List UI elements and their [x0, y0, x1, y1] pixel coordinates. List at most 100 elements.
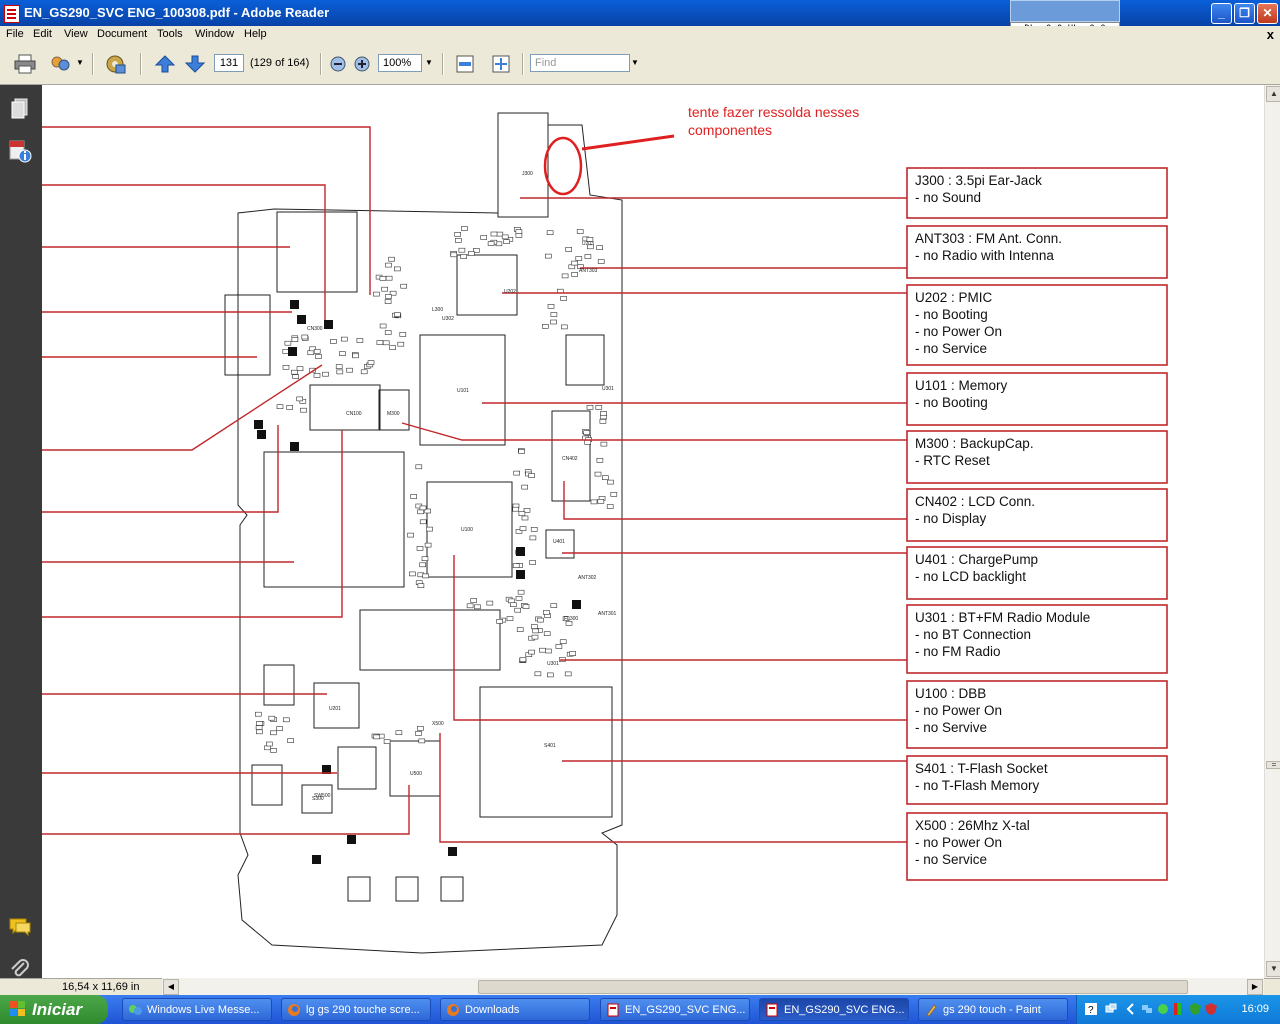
callout-symptom: - no LCD backlight: [915, 569, 1026, 584]
scroll-left-arrow-icon[interactable]: ◀: [163, 979, 179, 995]
smd-component: [545, 648, 552, 654]
menu-file[interactable]: File: [6, 28, 24, 40]
dark-component: [347, 835, 356, 844]
menu-document[interactable]: Document: [97, 28, 147, 40]
print-icon[interactable]: [14, 54, 36, 74]
smd-component: [490, 231, 498, 237]
smd-component: [419, 519, 427, 525]
board-ref-label: CN300: [307, 326, 323, 332]
task-messenger[interactable]: Windows Live Messe...: [122, 998, 272, 1021]
smd-component: [576, 229, 584, 234]
smd-component: [599, 418, 607, 424]
start-label: Iniciar: [32, 1000, 83, 1019]
document-properties-icon[interactable]: [8, 139, 32, 163]
task-paint[interactable]: gs 290 touch - Paint: [918, 998, 1068, 1021]
tray-arrow-icon[interactable]: [1125, 1003, 1137, 1015]
collaborate-dropdown-icon[interactable]: ▼: [74, 54, 86, 72]
smd-component: [528, 473, 535, 478]
zoom-out-icon[interactable]: [327, 54, 349, 74]
meter-icon[interactable]: [1173, 1003, 1185, 1015]
vertical-scrollbar[interactable]: ▲ = ▼: [1264, 85, 1280, 978]
smd-component: [517, 589, 525, 595]
scroll-thumb[interactable]: =: [1266, 761, 1280, 769]
security-shield-icon[interactable]: [1189, 1003, 1201, 1015]
dark-component: [290, 442, 299, 451]
smd-component: [373, 291, 380, 297]
smd-component: [286, 405, 293, 410]
callout-title: U101 : Memory: [915, 378, 1008, 393]
network-connection-icon[interactable]: [1141, 1003, 1153, 1015]
smd-component: [282, 349, 290, 354]
horizontal-scrollbar[interactable]: ◀ ▶: [162, 978, 1264, 995]
previous-page-icon[interactable]: [154, 54, 176, 74]
smd-component: [283, 717, 290, 723]
smd-component: [264, 745, 271, 751]
document-close-button[interactable]: x: [1267, 27, 1274, 42]
pdf-icon: [766, 1003, 778, 1017]
smd-component: [543, 610, 550, 615]
zoom-dropdown-icon[interactable]: ▼: [423, 54, 435, 72]
zoom-input[interactable]: 100%: [378, 54, 422, 72]
dark-component: [572, 600, 581, 609]
start-button[interactable]: Iniciar: [0, 995, 108, 1024]
smd-component: [569, 651, 577, 656]
comments-icon[interactable]: [8, 915, 32, 939]
horizontal-scroll-thumb[interactable]: [478, 980, 1188, 994]
smd-component: [376, 340, 384, 345]
help-icon[interactable]: ?: [1085, 1003, 1097, 1015]
callout-symptom: - no Radio with Intenna: [915, 248, 1054, 263]
task-pdf-1[interactable]: EN_GS290_SVC ENG...: [600, 998, 750, 1021]
smd-component: [255, 725, 263, 730]
menu-window[interactable]: Window: [195, 28, 234, 40]
antivirus-icon[interactable]: [1205, 1003, 1217, 1015]
menu-help[interactable]: Help: [244, 28, 267, 40]
find-dropdown-icon[interactable]: ▼: [629, 54, 641, 72]
smd-component: [521, 484, 529, 490]
callout-title: U202 : PMIC: [915, 290, 993, 305]
document-page[interactable]: J300 : 3.5pi Ear-Jack - no Sound ANT303 : …: [42, 85, 1264, 978]
messenger-tray-icon[interactable]: [1157, 1003, 1169, 1015]
smd-component: [270, 730, 277, 736]
minimize-button[interactable]: _: [1211, 3, 1232, 24]
smd-component: [470, 598, 478, 603]
callout-symptom: - no T-Flash Memory: [915, 778, 1040, 793]
scroll-up-arrow-icon[interactable]: ▲: [1266, 86, 1280, 102]
pdf-app-icon[interactable]: [4, 5, 20, 23]
connector-line: [401, 422, 907, 441]
scroll-down-arrow-icon[interactable]: ▼: [1266, 961, 1280, 977]
smd-component: [559, 639, 567, 645]
smd-component: [335, 364, 343, 369]
callout-box: U301 : BT+FM Radio Module - no BT Connect…: [906, 604, 1168, 674]
smd-component: [352, 353, 359, 359]
zoom-in-icon[interactable]: [351, 54, 373, 74]
connector-line: [42, 126, 371, 295]
menu-tools[interactable]: Tools: [157, 28, 183, 40]
secure-gear-icon[interactable]: [104, 54, 126, 74]
task-pdf-2-active[interactable]: EN_GS290_SVC ENG...: [759, 998, 909, 1021]
scroll-right-arrow-icon[interactable]: ▶: [1247, 979, 1263, 995]
next-page-icon[interactable]: [184, 54, 206, 74]
menu-edit[interactable]: Edit: [33, 28, 52, 40]
smd-component: [507, 598, 515, 604]
smd-component: [300, 407, 307, 413]
close-button[interactable]: ✕: [1257, 3, 1278, 24]
task-firefox-search[interactable]: lg gs 290 touche scre...: [281, 998, 431, 1021]
maximize-button[interactable]: ❐: [1234, 3, 1255, 24]
fit-width-icon[interactable]: [454, 54, 476, 74]
find-input[interactable]: Find: [530, 54, 630, 72]
smd-component: [397, 341, 405, 347]
page-number-input[interactable]: 131: [214, 54, 244, 72]
smd-component: [467, 251, 475, 256]
board-ref-label: ANT302: [578, 575, 597, 581]
network-icon[interactable]: [1105, 1003, 1117, 1015]
board-ref-label: M300: [387, 411, 400, 417]
smd-component: [600, 441, 608, 447]
smd-component: [270, 747, 277, 753]
task-downloads[interactable]: Downloads: [440, 998, 590, 1021]
menu-view[interactable]: View: [64, 28, 88, 40]
fit-page-icon[interactable]: [490, 54, 512, 74]
email-collaborate-icon[interactable]: [50, 54, 72, 74]
board-ref-label: U301: [547, 661, 559, 667]
pages-icon[interactable]: [8, 97, 32, 121]
board-ref-label: ANT301: [598, 611, 617, 617]
